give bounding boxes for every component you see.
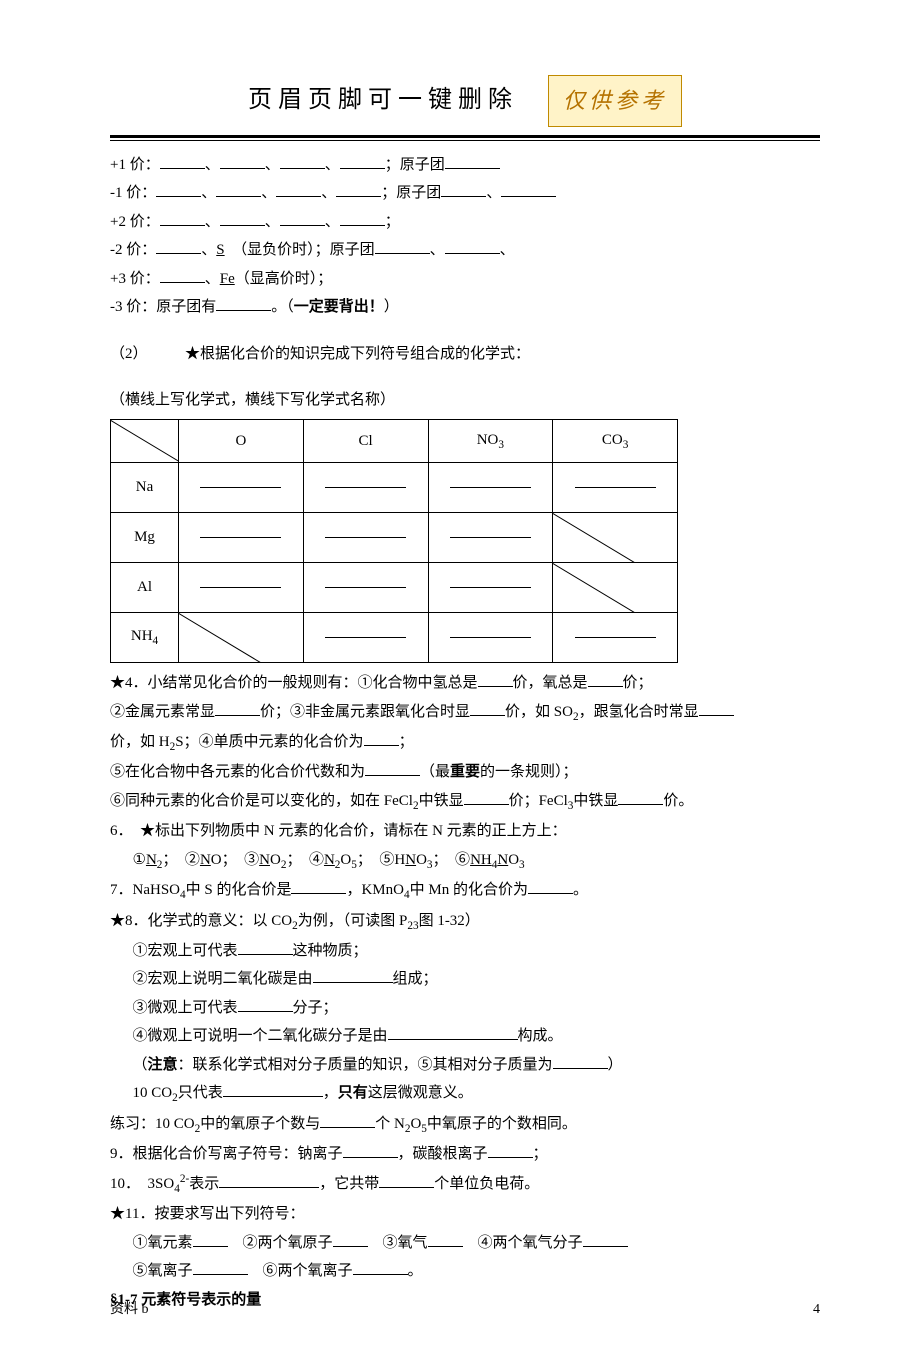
question-8: ★8．化学式的意义：以 CO2为例，（可读图 P23图 1-32） xyxy=(110,907,820,937)
footer-left: 资料 b xyxy=(110,1297,149,1324)
question-4-line5: ⑥同种元素的化合价是可以变化的，如在 FeCl2中铁显价；FeCl3中铁显价。 xyxy=(110,787,820,817)
table-note: （横线上写化学式，横线下写化学式名称） xyxy=(110,386,820,415)
reference-badge: 仅供参考 xyxy=(548,75,682,127)
valence-plus1: +1 价：、、、；原子团 xyxy=(110,151,820,180)
valence-minus3: -3 价：原子团有。（一定要背出！） xyxy=(110,293,820,322)
question-4-line4: ⑤在化合物中各元素的化合价代数和为（最重要的一条规则）； xyxy=(110,758,820,787)
question-6-items: ①N2； ②NO； ③NO2； ④N2O5； ⑤HNO3； ⑥NH4NO3 xyxy=(110,846,820,876)
page-number: 4 xyxy=(813,1297,820,1324)
q8-line2: ②宏观上说明二氧化碳是由组成； xyxy=(110,965,820,994)
valence-minus1: -1 价：、、、；原子团、 xyxy=(110,179,820,208)
q8-line4: ④微观上可说明一个二氧化碳分子是由构成。 xyxy=(110,1022,820,1051)
formula-table: O Cl NO3 CO3 Na Mg Al NH4 xyxy=(110,419,678,663)
q8-line1: ①宏观上可代表这种物质； xyxy=(110,937,820,966)
table-row: Na xyxy=(111,463,678,513)
section-2-title: （2） ★根据化合价的知识完成下列符号组合成的化学式： xyxy=(110,340,820,369)
question-10: 10． 3SO42-表示，它共带个单位负电荷。 xyxy=(110,1169,820,1200)
header-divider xyxy=(110,135,820,141)
page-footer: 资料 b 4 xyxy=(110,1297,820,1324)
question-4: ★4．小结常见化合价的一般规则有：①化合物中氢总是价，氧总是价； xyxy=(110,669,820,698)
page-title: 页眉页脚可一键删除 xyxy=(248,78,518,124)
q11-line2: ⑤氧离子 ⑥两个氧离子。 xyxy=(110,1257,820,1286)
table-row: Mg xyxy=(111,513,678,563)
table-row: Al xyxy=(111,563,678,613)
q11-line1: ①氧元素 ②两个氧原子 ③氧气 ④两个氧气分子 xyxy=(110,1229,820,1258)
question-11: ★11．按要求写出下列符号： xyxy=(110,1200,820,1229)
question-4-line3: 价，如 H2S；④单质中元素的化合价为； xyxy=(110,728,820,758)
question-6: 6． ★标出下列物质中 N 元素的化合价，请标在 N 元素的正上方上： xyxy=(110,817,820,846)
valence-plus2: +2 价：、、、； xyxy=(110,208,820,237)
valence-plus3: +3 价：、Fe（显高价时）； xyxy=(110,265,820,294)
table-row: NH4 xyxy=(111,613,678,663)
document-body: +1 价：、、、；原子团 -1 价：、、、；原子团、 +2 价：、、、； -2 … xyxy=(110,151,820,1314)
question-9: 9．根据化合价写离子符号：钠离子，碳酸根离子； xyxy=(110,1140,820,1169)
practice: 练习：10 CO2中的氧原子个数与个 N2O5中氧原子的个数相同。 xyxy=(110,1110,820,1140)
q8-line3: ③微观上可代表分子； xyxy=(110,994,820,1023)
valence-minus2: -2 价：、S （显负价时）；原子团、、 xyxy=(110,236,820,265)
q8-line5: （注意：联系化学式相对分子质量的知识，⑤其相对分子质量为） xyxy=(110,1051,820,1080)
question-7: 7．NaHSO4中 S 的化合价是，KMnO4中 Mn 的化合价为。 xyxy=(110,876,820,906)
q8-line6: 10 CO2只代表，只有这层微观意义。 xyxy=(110,1079,820,1109)
question-4-line2: ②金属元素常显价；③非金属元素跟氧化合时显价，如 SO2，跟氢化合时常显 xyxy=(110,698,820,728)
